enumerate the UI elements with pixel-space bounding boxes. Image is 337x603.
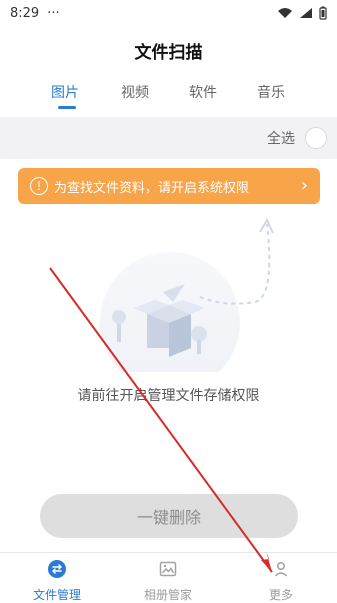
photo-icon — [159, 561, 177, 577]
nav-album-manager-label: 相册管家 — [143, 588, 192, 602]
box-illustration-icon — [100, 217, 274, 392]
nav-more-label: 更多 — [268, 588, 293, 602]
tab-software[interactable]: 软件 — [189, 82, 217, 102]
empty-state-illustration — [55, 212, 285, 392]
nav-file-manager[interactable]: 文件管理 — [12, 559, 102, 603]
permission-banner-text: 为查找文件资料，请开启系统权限 — [54, 180, 250, 196]
one-click-delete-button[interactable]: 一键删除 — [40, 494, 298, 538]
tab-bar: 图片 视频 软件 音乐 — [0, 82, 337, 112]
select-all-checkbox[interactable] — [305, 127, 327, 149]
select-all-label[interactable]: 全选 — [267, 128, 295, 148]
permission-banner[interactable]: ! 为查找文件资料，请开启系统权限 › — [18, 168, 320, 204]
signal-icon — [300, 8, 312, 18]
info-icon: ! — [30, 177, 48, 195]
status-left: 8:29 ··· — [10, 6, 60, 21]
chevron-right-icon: › — [300, 175, 308, 196]
bottom-nav: 文件管理 相册管家 更多 — [0, 552, 337, 603]
select-all-bar: 全选 — [0, 117, 337, 159]
page-title: 文件扫描 — [134, 43, 203, 63]
status-right — [277, 6, 327, 20]
status-time: 8:29 — [10, 5, 40, 21]
status-bar: 8:29 ··· — [0, 0, 337, 26]
nav-file-manager-label: 文件管理 — [32, 588, 81, 602]
wifi-icon — [278, 8, 292, 18]
permission-message: 请前往开启管理文件存储权限 — [77, 388, 260, 404]
tab-videos[interactable]: 视频 — [121, 82, 149, 102]
user-icon — [274, 561, 288, 577]
status-dots: ··· — [47, 5, 60, 21]
tab-images[interactable]: 图片 — [51, 82, 79, 102]
tab-active-indicator — [58, 106, 76, 109]
tab-music[interactable]: 音乐 — [257, 82, 285, 102]
battery-icon — [319, 6, 327, 20]
nav-album-manager[interactable]: 相册管家 — [123, 559, 213, 603]
file-manager-icon — [48, 560, 66, 578]
nav-more[interactable]: 更多 — [236, 559, 326, 603]
